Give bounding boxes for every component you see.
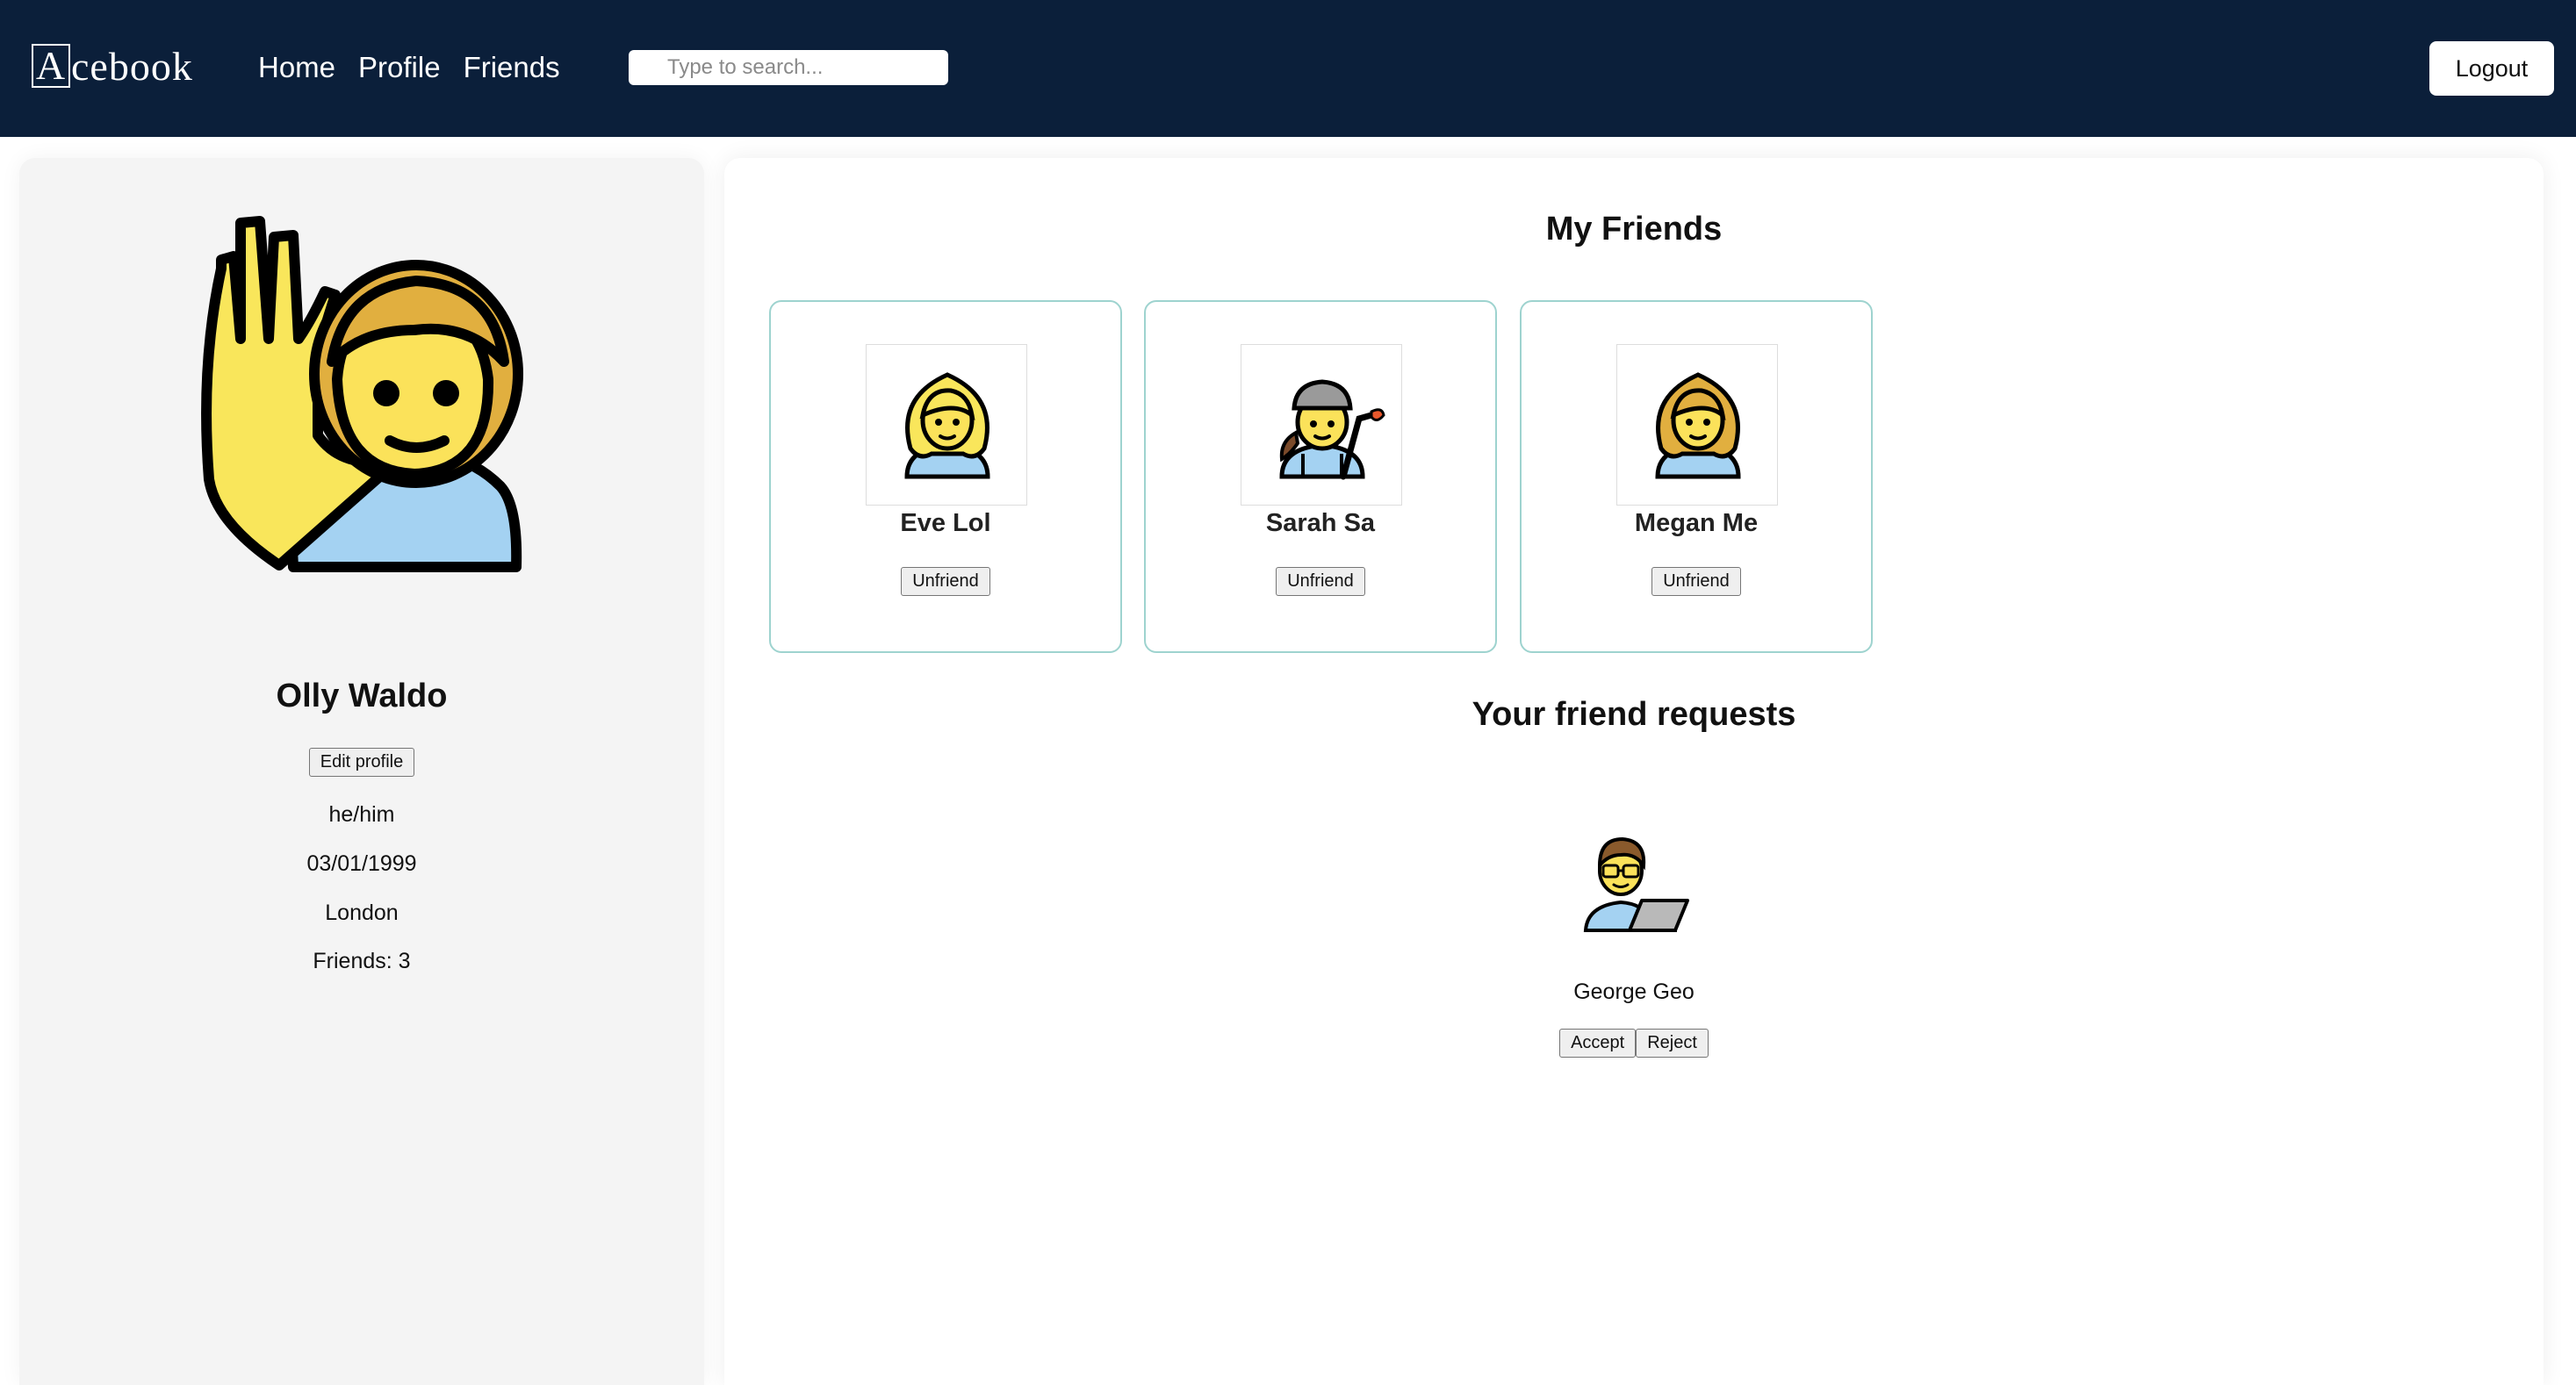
nav-link-friends[interactable]: Friends <box>464 46 560 90</box>
unfriend-button[interactable]: Unfriend <box>1651 567 1741 596</box>
request-actions: Accept Reject <box>724 1029 2544 1058</box>
unfriend-button[interactable]: Unfriend <box>1276 567 1365 596</box>
accept-button[interactable]: Accept <box>1559 1029 1637 1058</box>
acebook-logo[interactable]: Acebook <box>32 42 193 90</box>
friend-avatar <box>866 344 1027 506</box>
friend-name: Megan Me <box>1634 509 1759 537</box>
man-technologist-icon <box>1583 836 1689 932</box>
woman-factory-worker-icon <box>1279 379 1385 480</box>
friend-requests-title: Your friend requests <box>1471 696 1796 733</box>
profile-birthday: 03/01/1999 <box>306 851 417 876</box>
edit-profile-button[interactable]: Edit profile <box>308 748 415 777</box>
friend-avatar <box>1616 344 1778 506</box>
profile-panel: Olly Waldo Edit profile he/him 03/01/199… <box>19 158 704 1385</box>
friend-avatar <box>1241 344 1402 506</box>
logo-text: cebook <box>71 43 193 89</box>
nav-link-profile[interactable]: Profile <box>358 46 441 90</box>
woman-blond-hair-icon <box>904 372 990 479</box>
request-name: George Geo <box>1573 980 1695 1004</box>
edit-profile-container: Edit profile <box>19 748 704 777</box>
logo-letter-box: A <box>32 44 70 88</box>
top-navbar: Acebook Home Profile Friends Logout <box>0 0 2576 137</box>
reject-button[interactable]: Reject <box>1636 1029 1709 1058</box>
profile-pronouns: he/him <box>328 802 395 827</box>
friend-name: Sarah Sa <box>1265 509 1376 537</box>
unfriend-container: Unfriend <box>1522 567 1871 596</box>
woman-icon <box>1655 372 1741 479</box>
unfriend-container: Unfriend <box>1146 567 1495 596</box>
profile-friends-count: Friends: 3 <box>313 949 411 973</box>
friend-card: Eve Lol Unfriend <box>769 300 1122 653</box>
person-raising-hand-icon <box>201 216 523 572</box>
main-nav: Home Profile Friends <box>258 46 560 90</box>
logout-button[interactable]: Logout <box>2429 41 2554 96</box>
unfriend-container: Unfriend <box>771 567 1120 596</box>
nav-link-home[interactable]: Home <box>258 46 335 90</box>
friends-main-panel: My Friends Eve Lol Unfriend Sarah Sa Unf… <box>724 158 2544 1385</box>
friend-card: Megan Me Unfriend <box>1520 300 1873 653</box>
friend-card: Sarah Sa Unfriend <box>1144 300 1497 653</box>
profile-name: Olly Waldo <box>276 678 448 714</box>
search-input[interactable] <box>629 50 948 85</box>
my-friends-title: My Friends <box>1545 211 1723 248</box>
unfriend-button[interactable]: Unfriend <box>901 567 990 596</box>
profile-location: London <box>325 901 399 925</box>
friend-name: Eve Lol <box>900 509 991 537</box>
